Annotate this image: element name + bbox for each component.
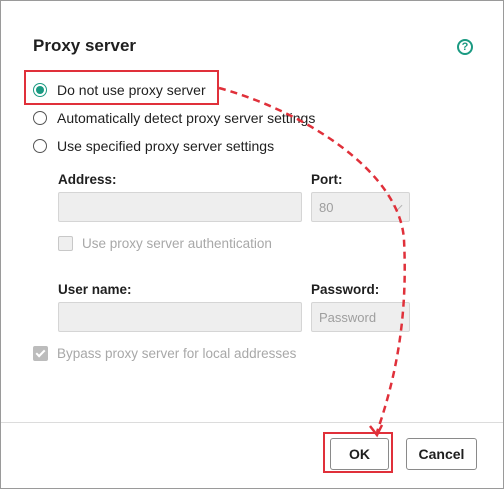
footer-divider — [1, 422, 503, 423]
address-input[interactable] — [58, 192, 302, 222]
proxy-server-dialog: Proxy server ? Do not use proxy server A… — [0, 0, 504, 489]
bypass-checkbox[interactable] — [33, 346, 48, 361]
use-auth-label: Use proxy server authentication — [82, 236, 272, 251]
password-placeholder: Password — [319, 309, 377, 325]
radio-auto-detect[interactable]: Automatically detect proxy server settin… — [33, 108, 315, 128]
radio-specified-label: Use specified proxy server settings — [57, 138, 275, 154]
username-label: User name: — [58, 282, 132, 297]
use-auth-checkbox-row[interactable]: Use proxy server authentication — [58, 236, 272, 251]
radio-no-proxy[interactable]: Do not use proxy server — [33, 80, 206, 100]
help-icon[interactable]: ? — [457, 39, 473, 55]
use-auth-checkbox[interactable] — [58, 236, 73, 251]
port-select[interactable]: 80 — [311, 192, 410, 222]
cancel-button[interactable]: Cancel — [406, 438, 477, 470]
radio-unchecked-icon[interactable] — [33, 139, 47, 153]
dialog-title: Proxy server — [33, 36, 137, 55]
username-input[interactable] — [58, 302, 302, 332]
password-label: Password: — [311, 282, 380, 297]
address-label: Address: — [58, 172, 117, 187]
radio-auto-detect-label: Automatically detect proxy server settin… — [57, 110, 316, 126]
radio-unchecked-icon[interactable] — [33, 111, 47, 125]
radio-no-proxy-label: Do not use proxy server — [57, 82, 206, 98]
radio-specified[interactable]: Use specified proxy server settings — [33, 136, 274, 156]
bypass-label: Bypass proxy server for local addresses — [57, 346, 297, 361]
bypass-checkbox-row[interactable]: Bypass proxy server for local addresses — [33, 346, 296, 361]
port-label: Port: — [311, 172, 343, 187]
ok-button[interactable]: OK — [330, 438, 389, 470]
radio-checked-icon[interactable] — [33, 83, 47, 97]
chevron-down-icon — [392, 200, 403, 211]
password-input[interactable]: Password — [311, 302, 410, 332]
port-value: 80 — [319, 199, 334, 215]
